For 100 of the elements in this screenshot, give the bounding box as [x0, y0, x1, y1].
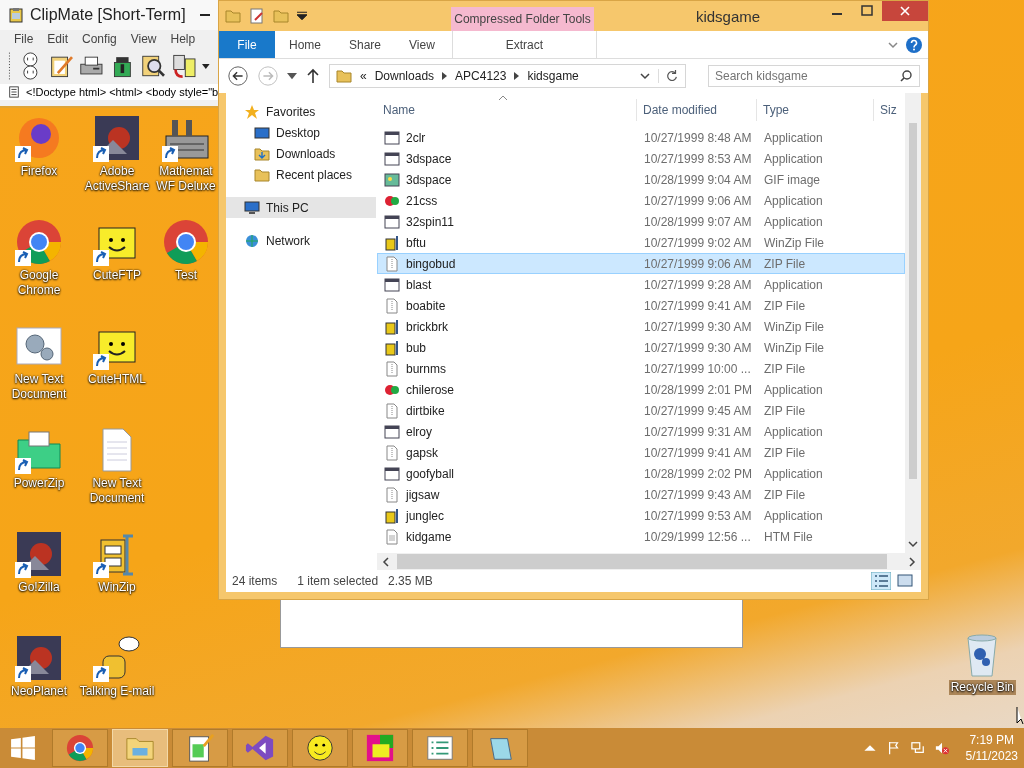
clipboard-stack-icon[interactable]: [171, 52, 197, 80]
horizontal-scrollbar[interactable]: [377, 553, 921, 570]
file-row[interactable]: 3dspace 10/28/1999 9:04 AM GIF image: [377, 169, 905, 190]
column-header[interactable]: Date modified: [637, 99, 757, 121]
menu-item[interactable]: Config: [82, 32, 117, 46]
nav-item[interactable]: Network: [226, 230, 376, 251]
ribbon-tab[interactable]: View: [395, 31, 449, 58]
menu-item[interactable]: Edit: [47, 32, 69, 46]
application-icon: [384, 423, 400, 440]
file-row[interactable]: junglec 10/27/1999 9:53 AM Application: [377, 505, 905, 526]
file-row[interactable]: gapsk 10/27/1999 9:41 AM ZIP File: [377, 442, 905, 463]
ribbon-tab[interactable]: Extract: [451, 31, 597, 58]
up-arrow-icon[interactable]: [305, 68, 321, 84]
browser-logo-icon[interactable]: [15, 218, 63, 266]
ribbon-tab[interactable]: Share: [335, 31, 396, 58]
type-cell-text: Application: [763, 382, 824, 397]
file-row[interactable]: elroy 10/27/1999 9:31 AM Application: [377, 421, 905, 442]
back-button[interactable]: [227, 65, 249, 87]
date-cell-text: 10/28/1999 2:02 PM: [643, 466, 754, 481]
file-tab[interactable]: File: [219, 31, 275, 58]
search-field[interactable]: Search kidsgame: [708, 65, 920, 87]
menu-item[interactable]: Help: [170, 32, 196, 46]
application-icon: [384, 213, 400, 230]
ribbon-tab[interactable]: Home: [275, 31, 335, 58]
date-cell-text: 10/27/1999 9:06 AM: [643, 193, 753, 208]
file-row[interactable]: 2clr 10/27/1999 8:48 AM Application: [377, 127, 905, 148]
chevron-down-icon[interactable]: [908, 539, 918, 549]
refresh-icon[interactable]: [658, 69, 679, 83]
file-name: goofyball: [406, 466, 455, 481]
chevron-right-icon[interactable]: [907, 556, 917, 567]
nav-item[interactable]: Desktop: [226, 122, 376, 143]
file-row[interactable]: 32spin11 10/28/1999 9:07 AM Application: [377, 211, 905, 232]
file-row[interactable]: blast 10/27/1999 9:28 AM Application: [377, 274, 905, 295]
taskbar-button[interactable]: [412, 729, 468, 767]
chevron-right-icon[interactable]: [514, 72, 520, 80]
type-cell-text: Application: [763, 466, 824, 481]
overflow-crumb[interactable]: «: [360, 69, 367, 83]
close-button[interactable]: [882, 1, 928, 21]
caret-icon[interactable]: [287, 71, 297, 81]
chevron-down-icon[interactable]: [640, 71, 650, 81]
taskbar-button[interactable]: [52, 729, 108, 767]
file-row[interactable]: bftu 10/27/1999 9:02 AM WinZip File: [377, 232, 905, 253]
zip-file-icon: [384, 360, 400, 377]
type-cell-text: Application: [763, 508, 824, 523]
thumbnails-view-button[interactable]: [895, 572, 915, 590]
file-row[interactable]: jigsaw 10/27/1999 9:43 AM ZIP File: [377, 484, 905, 505]
nav-item[interactable]: This PC: [226, 197, 376, 218]
file-row[interactable]: 21css 10/27/1999 9:06 AM Application: [377, 190, 905, 211]
file-row[interactable]: goofyball 10/28/1999 2:02 PM Application: [377, 463, 905, 484]
address-bar[interactable]: « Downloads APC4123 kidsgame: [329, 64, 686, 88]
network-icon[interactable]: [910, 741, 925, 755]
start-button[interactable]: [10, 735, 36, 761]
breadcrumb[interactable]: kidsgame: [527, 69, 579, 83]
search-icon[interactable]: [900, 70, 912, 82]
column-header[interactable]: Siz: [874, 99, 905, 121]
speech-bubble-icon[interactable]: [93, 634, 141, 682]
file-row[interactable]: brickbrk 10/27/1999 9:30 AM WinZip File: [377, 316, 905, 337]
picture-icon[interactable]: [15, 530, 63, 578]
colored-squares-icon: [365, 733, 395, 763]
picture-icon[interactable]: [15, 634, 63, 682]
nav-item[interactable]: Recent places: [226, 164, 376, 185]
file-row[interactable]: bingobud 10/27/1999 9:06 AM ZIP File: [377, 253, 905, 274]
zip-file-icon: [384, 486, 400, 503]
taskbar-button[interactable]: [472, 729, 528, 767]
speaker-muted-icon[interactable]: [934, 741, 949, 755]
browser-logo-icon[interactable]: [162, 218, 210, 266]
breadcrumb[interactable]: Downloads: [374, 69, 435, 83]
file-row[interactable]: kidgame 10/29/1999 12:56 ... HTM File: [377, 526, 905, 547]
file-row[interactable]: chilerose 10/28/1999 2:01 PM Application: [377, 379, 905, 400]
folder-icon: [336, 68, 352, 84]
details-view-button[interactable]: [871, 572, 891, 590]
nav-item[interactable]: Favorites: [226, 101, 376, 122]
menu-item[interactable]: View: [130, 32, 157, 46]
vertical-scrollbar[interactable]: [905, 93, 921, 553]
column-header[interactable]: Type: [757, 99, 874, 121]
nav-item[interactable]: Downloads: [226, 143, 376, 164]
type-cell-text: ZIP File: [763, 361, 807, 376]
caret-icon[interactable]: [202, 63, 211, 69]
flag-icon[interactable]: [886, 741, 901, 755]
file-row[interactable]: bub 10/27/1999 9:30 AM WinZip File: [377, 337, 905, 358]
file-row[interactable]: 3dspace 10/27/1999 8:53 AM Application: [377, 148, 905, 169]
breadcrumb[interactable]: APC4123: [455, 69, 507, 83]
taskbar-button[interactable]: [172, 729, 228, 767]
sort-caret-icon: [499, 96, 507, 100]
column-header[interactable]: Name: [377, 99, 637, 121]
file-row[interactable]: boabite 10/27/1999 9:41 AM ZIP File: [377, 295, 905, 316]
picture-icon[interactable]: [93, 114, 141, 162]
chevron-right-icon[interactable]: [442, 72, 448, 80]
document-icon: [384, 528, 400, 545]
file-row[interactable]: burnms 10/27/1999 10:00 ... ZIP File: [377, 358, 905, 379]
clip-preview-text: <!Doctype html> <html> <body style="b: [26, 86, 218, 98]
taskbar-button[interactable]: [292, 729, 348, 767]
properties-icon[interactable]: [249, 8, 265, 24]
date-cell-text: 10/27/1999 9:02 AM: [643, 235, 753, 250]
chevron-left-icon[interactable]: [381, 556, 391, 567]
taskbar-button[interactable]: [352, 729, 408, 767]
menu-item[interactable]: File: [14, 32, 34, 46]
file-row[interactable]: dirtbike 10/27/1999 9:45 AM ZIP File: [377, 400, 905, 421]
caret-icon[interactable]: [297, 11, 307, 21]
help-icon[interactable]: [906, 36, 922, 53]
